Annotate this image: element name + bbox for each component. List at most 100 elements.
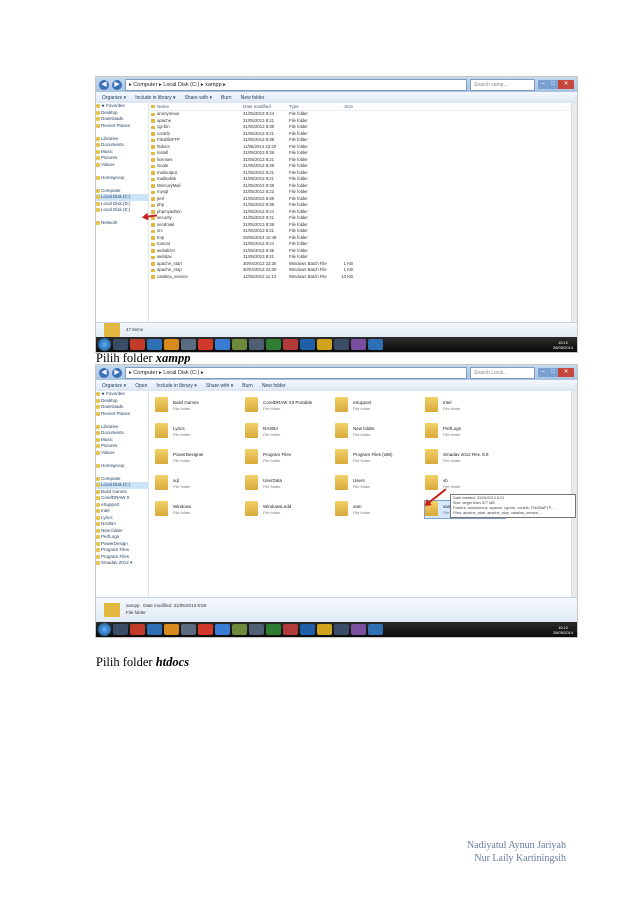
column-type[interactable]: Type	[289, 103, 333, 110]
close-icon[interactable]: ✕	[558, 367, 574, 377]
taskbar-app-icon[interactable]	[300, 339, 315, 350]
back-icon[interactable]: ◀	[99, 79, 109, 90]
folder-tile[interactable]: Smadav 2012 Rev. 8.9 File folder	[425, 449, 505, 466]
toolbar-button[interactable]: Share with ▾	[185, 95, 213, 101]
folder-tile[interactable]: sql File folder	[155, 475, 235, 492]
address-bar[interactable]: ▸ Computer ▸ Local Disk (C:) ▸	[125, 366, 467, 379]
scrollbar[interactable]	[571, 103, 577, 322]
column-name[interactable]: Name	[149, 103, 243, 110]
taskbar-app-icon[interactable]	[334, 624, 349, 635]
taskbar-app-icon[interactable]	[215, 624, 230, 635]
taskbar-app-icon[interactable]	[249, 339, 264, 350]
toolbar-button[interactable]: Open	[135, 383, 147, 389]
start-button[interactable]	[98, 338, 111, 351]
taskbar-app-icon[interactable]	[181, 624, 196, 635]
toolbar-button[interactable]: Include in library ▾	[135, 95, 175, 101]
taskbar-app-icon[interactable]	[368, 339, 383, 350]
taskbar: 10:12 28/05/2014	[96, 622, 577, 637]
taskbar-app-icon[interactable]	[232, 624, 247, 635]
toolbar-button[interactable]: Organize ▾	[102, 383, 126, 389]
toolbar-button[interactable]: New folder	[262, 383, 286, 389]
toolbar-button[interactable]: Share with ▾	[206, 383, 234, 389]
taskbar-app-icon[interactable]	[351, 624, 366, 635]
folder-icon	[335, 501, 348, 516]
folder-tile[interactable]: WindowsLedd File folder	[245, 501, 325, 518]
column-size[interactable]: Size	[333, 103, 353, 110]
folder-tile[interactable]: eSupport File folder	[335, 397, 415, 414]
toolbar-button[interactable]: Include in library ▾	[156, 383, 196, 389]
folder-tile[interactable]: PerfLogs File folder	[425, 423, 505, 440]
folder-name: Smadav 2012 Rev. 8.9	[443, 452, 489, 457]
folder-icon	[425, 449, 438, 464]
folder-tile[interactable]: New folder File folder	[335, 423, 415, 440]
taskbar-app-icon[interactable]	[266, 624, 281, 635]
search-input[interactable]: Search Local...	[470, 366, 535, 379]
taskbar-app-icon[interactable]	[283, 339, 298, 350]
folder-icon	[96, 405, 100, 410]
maximize-icon[interactable]: □	[548, 79, 558, 89]
taskbar-app-icon[interactable]	[164, 339, 179, 350]
nav-item[interactable]: Network	[96, 220, 148, 227]
folder-type: File folder	[353, 432, 371, 437]
taskbar-app-icon[interactable]	[300, 624, 315, 635]
taskbar-app-icon[interactable]	[113, 339, 128, 350]
folder-type: File folder	[173, 484, 191, 489]
taskbar-app-icon[interactable]	[181, 339, 196, 350]
folder-tile[interactable]: Windows File folder	[155, 501, 235, 518]
taskbar-app-icon[interactable]	[198, 624, 213, 635]
folder-tile[interactable]: vb File folder	[425, 475, 505, 492]
toolbar-button[interactable]: New folder	[241, 95, 265, 101]
folder-tile[interactable]: NASBA File folder	[245, 423, 325, 440]
search-input[interactable]: Search xamp...	[470, 78, 535, 91]
toolbar-button[interactable]: Burn	[221, 95, 232, 101]
folder-tile[interactable]: CorelDRAW X3 Portable File folder	[245, 397, 325, 414]
maximize-icon[interactable]: □	[548, 367, 558, 377]
taskbar-app-icon[interactable]	[198, 339, 213, 350]
taskbar-app-icon[interactable]	[232, 339, 247, 350]
taskbar-app-icon[interactable]	[147, 624, 162, 635]
taskbar-app-icon[interactable]	[249, 624, 264, 635]
taskbar-app-icon[interactable]	[266, 339, 281, 350]
folder-icon	[96, 398, 100, 403]
system-clock[interactable]: 10:12 28/05/2014	[553, 625, 573, 635]
taskbar-app-icon[interactable]	[317, 624, 332, 635]
folder-tile[interactable]: UserData File folder	[245, 475, 325, 492]
close-icon[interactable]: ✕	[558, 79, 574, 89]
folder-tile[interactable]: Program Files File folder	[245, 449, 325, 466]
table-row[interactable]: catalina_service 12/05/2013 11:14 Windows …	[149, 274, 572, 281]
folder-tile[interactable]: xam File folder	[335, 501, 415, 518]
toolbar-button[interactable]: Organize ▾	[102, 95, 126, 101]
taskbar-app-icon[interactable]	[368, 624, 383, 635]
taskbar-app-icon[interactable]	[215, 339, 230, 350]
system-clock[interactable]: 10:12 28/05/2014	[553, 340, 573, 350]
address-bar[interactable]: ▸ Computer ▸ Local Disk (C:) ▸ xampp ▸	[125, 78, 467, 91]
toolbar-button[interactable]: Burn	[242, 383, 253, 389]
taskbar-app-icon[interactable]	[164, 624, 179, 635]
nav-item[interactable]: Smadav 2012 ▾	[96, 560, 148, 567]
folder-tile[interactable]: Build Games File folder	[155, 397, 235, 414]
forward-icon[interactable]: ▶	[112, 367, 122, 378]
folder-type: File folder	[263, 432, 281, 437]
taskbar-app-icon[interactable]	[334, 339, 349, 350]
minimize-icon[interactable]: –	[538, 79, 548, 89]
taskbar-app-icon[interactable]	[351, 339, 366, 350]
folder-icon	[155, 397, 168, 412]
forward-icon[interactable]: ▶	[112, 79, 122, 90]
folder-tile[interactable]: Users File folder	[335, 475, 415, 492]
taskbar-app-icon[interactable]	[130, 339, 145, 350]
folder-name: Lyrics	[173, 426, 185, 431]
minimize-icon[interactable]: –	[538, 367, 548, 377]
taskbar-app-icon[interactable]	[283, 624, 298, 635]
taskbar-app-icon[interactable]	[317, 339, 332, 350]
taskbar-app-icon[interactable]	[113, 624, 128, 635]
taskbar-app-icon[interactable]	[130, 624, 145, 635]
folder-icon	[96, 392, 100, 397]
folder-tile[interactable]: PowerDesigner File folder	[155, 449, 235, 466]
start-button[interactable]	[98, 623, 111, 636]
folder-tile[interactable]: Lyrics File folder	[155, 423, 235, 440]
folder-tile[interactable]: Intel File folder	[425, 397, 505, 414]
folder-tile[interactable]: Program Files (x86) File folder	[335, 449, 415, 466]
taskbar-app-icon[interactable]	[147, 339, 162, 350]
column-date[interactable]: Date modified	[243, 103, 289, 110]
back-icon[interactable]: ◀	[99, 367, 109, 378]
